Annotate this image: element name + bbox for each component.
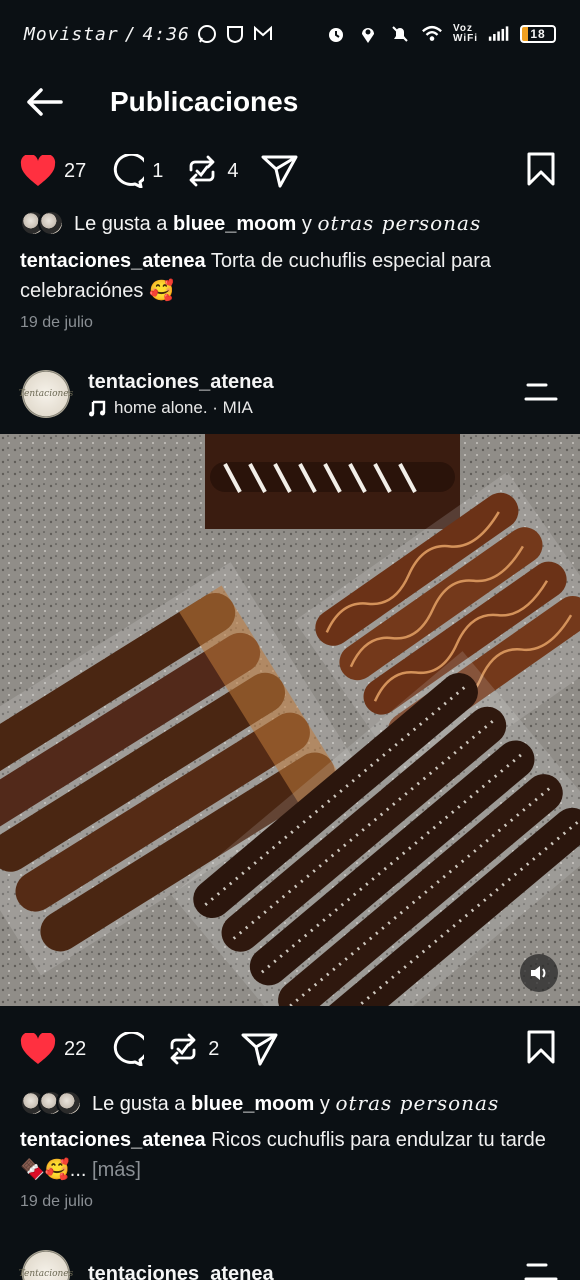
avatar[interactable]: Tentaciones [19, 1250, 73, 1280]
shield-icon [224, 23, 246, 45]
post-actions-2: 22 2 [0, 1024, 580, 1074]
status-right: Voz WiFi 18 [325, 23, 556, 45]
alarm-icon [325, 23, 347, 45]
back-button[interactable] [24, 82, 64, 122]
liked-by-prefix: Le gusta a [74, 212, 168, 235]
like-button[interactable]: 22 [20, 1033, 86, 1065]
menu-icon [524, 1263, 558, 1280]
liker-avatars [20, 1090, 82, 1116]
post-media-video[interactable] [0, 434, 580, 1006]
share-icon [241, 1033, 278, 1066]
repost-button[interactable]: 2 [166, 1032, 219, 1066]
author-name[interactable]: tentaciones_atenea [88, 371, 274, 394]
share-icon [261, 155, 297, 188]
share-button[interactable] [261, 154, 299, 188]
bookmark-icon [527, 1030, 555, 1063]
liked-by-connector: y [319, 1092, 330, 1115]
top-bar: Publicaciones [0, 68, 580, 136]
caption-username[interactable]: tentaciones_atenea [20, 1129, 206, 1151]
author-meta: tentaciones_atenea [88, 1263, 274, 1280]
page-title: Publicaciones [110, 86, 299, 117]
comment-button[interactable]: 1 [108, 154, 163, 188]
avatar[interactable]: Tentaciones [19, 370, 73, 418]
avatar [56, 1090, 82, 1116]
avatar-logo-text: Tentaciones [18, 1269, 74, 1279]
battery-level: 18 [530, 27, 546, 41]
post-date-2: 19 de julio [20, 1193, 93, 1210]
battery-icon: 18 [520, 25, 556, 43]
wifi-label: WiFi [452, 33, 478, 44]
share-button[interactable] [241, 1032, 279, 1066]
post-menu-button[interactable] [524, 1261, 558, 1280]
repost-icon [189, 155, 215, 187]
menu-icon [524, 383, 558, 400]
post-author-row-3: Tentaciones tentaciones_atenea [0, 1244, 580, 1280]
status-bar: Movistar / 4:36 Voz WiFi 18 [0, 0, 580, 68]
post-caption-2: tentaciones_atenea Ricos cuchuflis para … [20, 1125, 560, 1185]
comment-icon [114, 154, 145, 188]
heart-filled-icon [20, 1033, 56, 1064]
post-author-row-2: Tentaciones tentaciones_atenea home alon… [0, 364, 580, 424]
author-meta: tentaciones_atenea home alone. · MIA [88, 371, 274, 418]
wifi-icon [421, 23, 443, 45]
mute-icon [389, 23, 411, 45]
comment-button[interactable] [108, 1032, 145, 1066]
liked-by-user[interactable]: bluee_moom [173, 213, 296, 235]
clock: 4:36 [142, 23, 190, 45]
liked-by-others[interactable]: otras personas [335, 1091, 499, 1115]
signal-icon [488, 23, 510, 45]
liked-by-others[interactable]: otras personas [317, 211, 481, 235]
post-date-1: 19 de julio [20, 314, 93, 331]
repost-icon [170, 1033, 196, 1065]
like-count: 27 [64, 159, 87, 182]
avatar-logo-text: Tentaciones [18, 389, 74, 399]
volume-button[interactable] [520, 954, 558, 992]
comment-count: 1 [152, 159, 164, 182]
liked-by-line-1[interactable]: Le gusta a bluee_moom y otras personas [20, 210, 481, 236]
save-button[interactable] [526, 1030, 556, 1069]
liked-by-user[interactable]: bluee_moom [191, 1093, 314, 1115]
heart-filled-icon [20, 155, 56, 186]
audio-label: home alone. · MIA [114, 397, 253, 417]
chocolate-rolls-photo [0, 434, 580, 1006]
speaker-icon [531, 966, 546, 980]
like-button[interactable]: 27 [20, 155, 86, 187]
voz-wifi-indicator: Voz WiFi [453, 24, 478, 44]
liker-avatars [20, 210, 64, 236]
more-link[interactable]: [más] [92, 1159, 141, 1181]
bookmark-icon [527, 152, 555, 185]
comment-icon [114, 1032, 145, 1066]
liked-by-connector: y [301, 212, 312, 235]
carrier-label: Movistar [24, 23, 119, 45]
liked-by-prefix: Le gusta a [92, 1092, 186, 1115]
repost-count: 2 [208, 1037, 220, 1060]
post-caption-1: tentaciones_atenea Torta de cuchuflis es… [20, 246, 560, 306]
caption-username[interactable]: tentaciones_atenea [20, 250, 206, 272]
gmail-icon [252, 23, 274, 45]
repost-count: 4 [227, 159, 239, 182]
liked-by-line-2[interactable]: Le gusta a bluee_moom y otras personas [20, 1090, 499, 1116]
back-arrow-icon [27, 88, 63, 116]
post-actions-1: 27 1 4 [0, 146, 580, 196]
audio-track[interactable]: home alone. · MIA [88, 398, 274, 418]
repost-button[interactable]: 4 [185, 154, 239, 188]
whatsapp-icon [196, 23, 218, 45]
post-menu-button[interactable] [524, 381, 558, 408]
status-left: Movistar / 4:36 [24, 23, 274, 45]
save-button[interactable] [526, 152, 556, 191]
location-icon [357, 23, 379, 45]
avatar [38, 210, 64, 236]
status-separator: / [124, 23, 137, 45]
author-name[interactable]: tentaciones_atenea [88, 1263, 274, 1280]
like-count: 22 [64, 1037, 87, 1060]
music-note-icon [89, 400, 106, 416]
